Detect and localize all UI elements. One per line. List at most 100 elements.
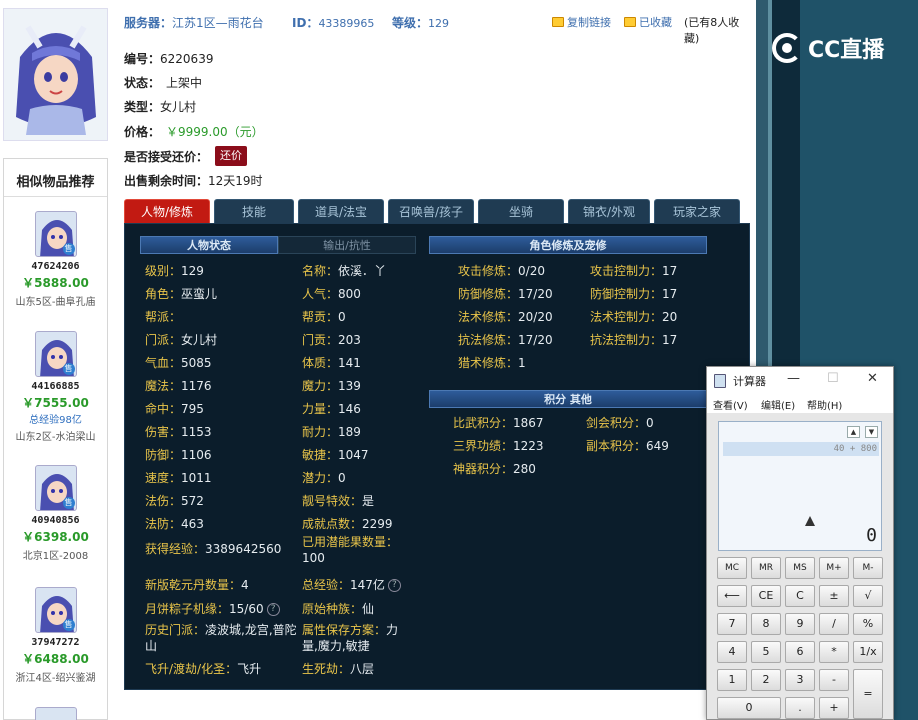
equals-key[interactable]: = — [853, 669, 883, 719]
tab-5[interactable]: 坐骑 — [478, 199, 564, 223]
similar-item-id: 40940856 — [31, 515, 80, 526]
points-label: 神器积分： — [453, 462, 514, 476]
memory-store-key[interactable]: MS — [785, 557, 815, 579]
counter-offer-label: 是否接受还价： — [124, 150, 209, 164]
calculator-history: 40 + 800 — [723, 442, 879, 456]
minimize-button[interactable]: — — [787, 371, 800, 386]
help-icon[interactable]: ? — [266, 603, 280, 616]
memory-add-key[interactable]: M+ — [819, 557, 849, 579]
similar-item-thumbnail[interactable]: 售 — [34, 211, 77, 257]
similar-item-thumbnail[interactable]: 售 — [34, 331, 77, 377]
close-button[interactable]: ✕ — [867, 371, 878, 386]
tab-7[interactable]: 玩家之家 — [654, 199, 740, 223]
memory-clear-key[interactable]: MC — [717, 557, 747, 579]
stat-value: 795 — [181, 402, 204, 416]
zongzi-value: 15/60 — [229, 602, 264, 616]
percent-key[interactable]: % — [853, 613, 883, 635]
negate-key[interactable]: ± — [819, 585, 849, 607]
stat-value: 0 — [338, 310, 346, 324]
calculator-result: 0 — [866, 525, 877, 546]
digit-8-key[interactable]: 8 — [751, 613, 781, 635]
points-value: 649 — [646, 439, 669, 453]
stat-value: 1047 — [338, 448, 369, 462]
stat-value: 141 — [338, 356, 361, 370]
digit-0-key[interactable]: 0 — [717, 697, 781, 719]
clear-entry-key[interactable]: CE — [751, 585, 781, 607]
similar-item[interactable]: 售 40940856 ￥6398.00 北京1区-2008 — [4, 465, 107, 562]
tab-1[interactable]: 人物/修炼 — [124, 199, 210, 223]
similar-item-thumbnail[interactable]: 售 — [34, 587, 77, 633]
stat-row: 耐力：189 — [302, 423, 361, 440]
digit-7-key[interactable]: 7 — [717, 613, 747, 635]
similar-item-thumbnail[interactable]: 售 — [34, 465, 77, 511]
stat-row: 名称：依溪．丫 — [302, 262, 386, 279]
stat-row: 门派：女儿村 — [145, 331, 217, 348]
similar-item[interactable]: 售 47624206 ￥5888.00 山东5区-曲阜孔庙 — [4, 211, 107, 308]
tab-6[interactable]: 锦衣/外观 — [568, 199, 650, 223]
sqrt-key[interactable]: √ — [853, 585, 883, 607]
stat-row: 速度：1011 — [145, 469, 212, 486]
similar-item-thumbnail[interactable] — [34, 707, 77, 720]
digit-1-key[interactable]: 1 — [717, 669, 747, 691]
digit-9-key[interactable]: 9 — [785, 613, 815, 635]
points-value: 1223 — [513, 439, 544, 453]
calculator-titlebar[interactable]: 计算器 — ☐ ✕ — [707, 367, 893, 395]
stat-label: 靓号特效： — [302, 494, 363, 508]
digit-4-key[interactable]: 4 — [717, 641, 747, 663]
tab-4[interactable]: 召唤兽/孩子 — [388, 199, 474, 223]
favorited-button[interactable]: 已收藏 — [624, 14, 672, 30]
digit-3-key[interactable]: 3 — [785, 669, 815, 691]
backspace-key[interactable]: ⟵ — [717, 585, 747, 607]
section-output-header[interactable]: 输出/抗性 — [278, 236, 416, 254]
reciprocal-key[interactable]: 1/x — [853, 641, 883, 663]
stat-label: 门派： — [145, 333, 182, 347]
exp-label: 获得经验： — [145, 542, 206, 556]
section-status-header[interactable]: 人物状态 — [140, 236, 278, 254]
memory-recall-key[interactable]: MR — [751, 557, 781, 579]
similar-item[interactable] — [4, 707, 107, 720]
stat-value: 1176 — [181, 379, 212, 393]
clear-key[interactable]: C — [785, 585, 815, 607]
minus-key[interactable]: - — [819, 669, 849, 691]
calculator-display: ▲ ▼ 40 + 800 0 — [718, 421, 882, 551]
history-label: 历史门派： — [145, 623, 206, 637]
similar-item[interactable]: 售 44166885 ￥7555.00 总经验98亿 山东2区-水泊梁山 — [4, 331, 107, 443]
life-value: 八层 — [350, 662, 375, 676]
stat-label: 成就点数： — [302, 517, 363, 531]
stat-value: 女儿村 — [181, 333, 218, 347]
tab-3[interactable]: 道具/法宝 — [298, 199, 384, 223]
sell-badge-icon: 售 — [62, 619, 75, 631]
calculator-menubar: 查看(V) 编辑(E) 帮助(H) — [707, 395, 893, 413]
stat-label: 力量： — [302, 402, 339, 416]
cultivation-label: 法术修炼： — [458, 310, 519, 324]
race-label: 原始种族： — [302, 602, 363, 616]
calculator-icon — [714, 374, 726, 388]
copy-link-button[interactable]: 复制链接 — [552, 14, 611, 30]
decimal-key[interactable]: . — [785, 697, 815, 719]
digit-2-key[interactable]: 2 — [751, 669, 781, 691]
level-label: 等级： — [392, 16, 429, 30]
points-label: 比武积分： — [453, 416, 514, 430]
history-down-button[interactable]: ▼ — [865, 426, 878, 438]
memory-subtract-key[interactable]: M- — [853, 557, 883, 579]
counter-offer-button[interactable]: 还价 — [215, 146, 247, 166]
history-up-button[interactable]: ▲ — [847, 426, 860, 438]
points-value: 0 — [646, 416, 654, 430]
control-value: 17 — [662, 333, 678, 347]
multiply-key[interactable]: * — [819, 641, 849, 663]
menu-help[interactable]: 帮助(H) — [807, 397, 842, 412]
digit-6-key[interactable]: 6 — [785, 641, 815, 663]
maximize-button[interactable]: ☐ — [827, 371, 839, 386]
digit-5-key[interactable]: 5 — [751, 641, 781, 663]
tab-2[interactable]: 技能 — [214, 199, 294, 223]
stat-row: 法伤：572 — [145, 492, 204, 509]
menu-view[interactable]: 查看(V) — [713, 397, 748, 412]
divide-key[interactable]: / — [819, 613, 849, 635]
cc-logo-text: CC直播 — [808, 38, 885, 63]
plus-key[interactable]: + — [819, 697, 849, 719]
similar-item[interactable]: 售 37947272 ￥6488.00 浙江4区-绍兴鉴湖 — [4, 587, 107, 684]
server-value: 江苏1区—雨花台 — [172, 16, 264, 30]
help-icon[interactable]: ? — [387, 579, 401, 592]
section-cultivation-header: 角色修炼及宠修 — [429, 236, 707, 254]
menu-edit[interactable]: 编辑(E) — [761, 397, 795, 412]
